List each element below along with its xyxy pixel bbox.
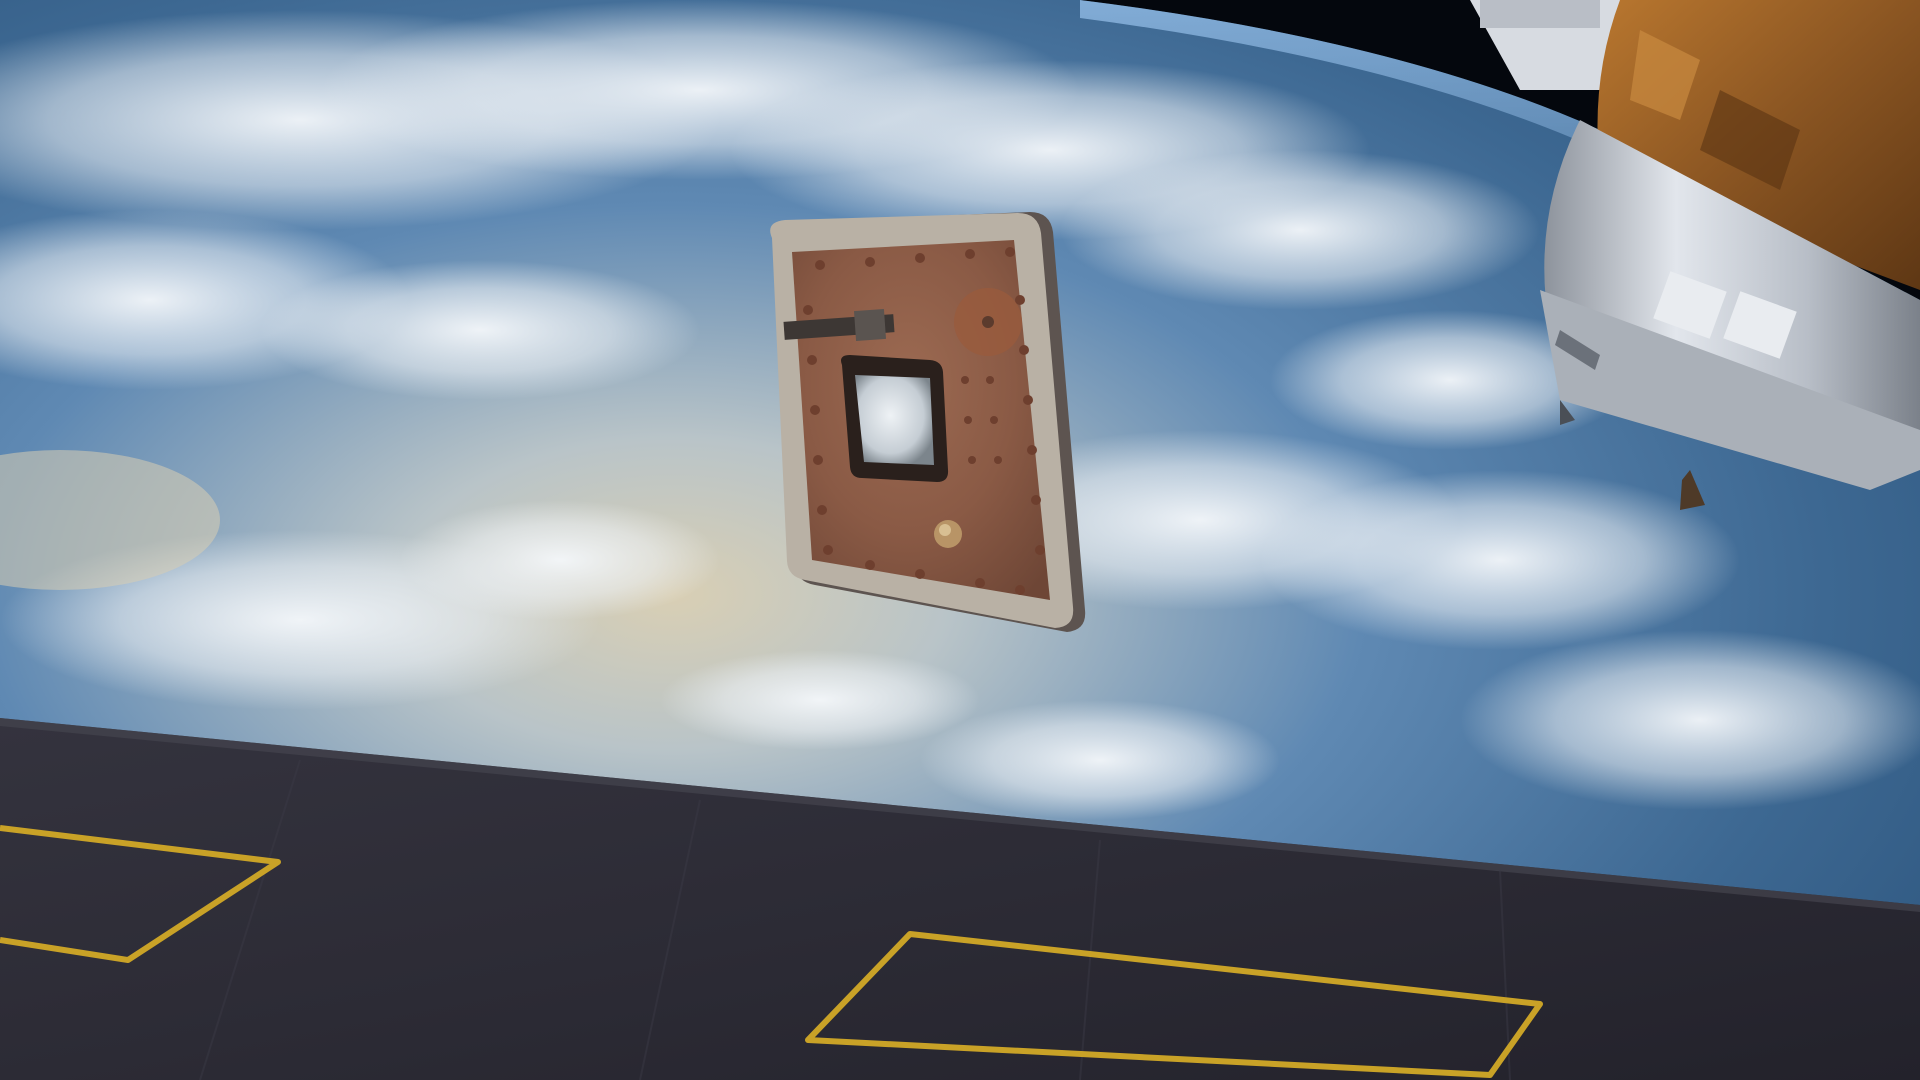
floating-hatch	[770, 212, 1086, 632]
scene-canvas	[0, 0, 1920, 1080]
game-scene	[0, 0, 1920, 1080]
